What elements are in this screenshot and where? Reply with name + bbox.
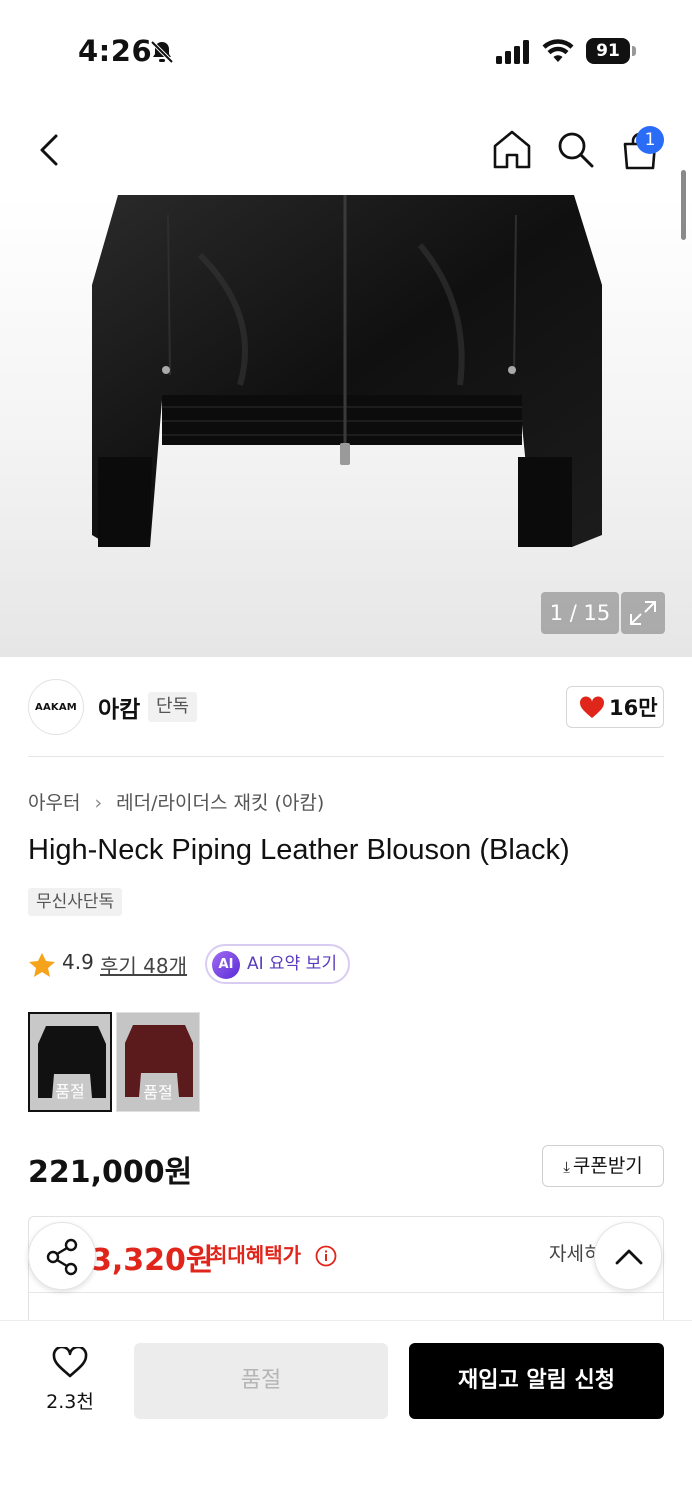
top-nav: 1 bbox=[0, 110, 692, 194]
battery-level: 91 bbox=[586, 38, 630, 64]
scroll-top-button[interactable] bbox=[594, 1222, 662, 1290]
product-image[interactable]: 1 / 15 bbox=[0, 195, 692, 657]
product-title: High-Neck Piping Leather Blouson (Black) bbox=[28, 834, 570, 866]
swatch-soldout-label: 품절 bbox=[55, 1082, 85, 1101]
chevron-right-icon: › bbox=[94, 792, 103, 814]
brand-like-button[interactable]: 16만 bbox=[566, 686, 664, 728]
divider bbox=[29, 1292, 663, 1293]
coupon-download-button[interactable]: ⤓ 쿠폰받기 bbox=[542, 1145, 664, 1187]
leather-jacket-image bbox=[92, 195, 602, 547]
back-chevron-icon[interactable] bbox=[34, 130, 64, 170]
chevron-up-icon bbox=[615, 1249, 643, 1265]
divider bbox=[28, 756, 664, 757]
battery-indicator: 91 bbox=[586, 38, 636, 64]
rating-value: 4.9 bbox=[62, 950, 94, 974]
color-option-burgundy[interactable]: 품절 bbox=[116, 1012, 200, 1112]
home-icon[interactable] bbox=[492, 128, 532, 170]
breadcrumb-category[interactable]: 아우터 bbox=[28, 792, 80, 814]
swatch-soldout-label: 품절 bbox=[143, 1083, 173, 1102]
gallery-page-indicator: 1 / 15 bbox=[541, 592, 619, 634]
ai-summary-label: AI 요약 보기 bbox=[247, 954, 338, 974]
status-time: 4:26 bbox=[78, 34, 153, 68]
coupon-label: 쿠폰받기 bbox=[572, 1155, 643, 1177]
status-bar: 4:26 91 bbox=[0, 0, 692, 100]
brand-name[interactable]: 아캄 bbox=[98, 690, 140, 724]
cart-badge: 1 bbox=[636, 126, 664, 154]
restock-alert-button[interactable]: 재입고 알림 신청 bbox=[409, 1343, 664, 1419]
wish-count: 2.3천 bbox=[46, 1391, 94, 1413]
breadcrumb-subcategory[interactable]: 레더/라이더스 재킷 (아캄) bbox=[116, 792, 324, 814]
brand-exclusive-tag: 단독 bbox=[148, 692, 198, 722]
share-icon bbox=[46, 1238, 78, 1276]
share-button[interactable] bbox=[28, 1222, 96, 1290]
exclusive-badge: 무신사단독 bbox=[28, 888, 123, 916]
download-icon: ⤓ bbox=[563, 1158, 570, 1176]
ai-icon: AI bbox=[212, 951, 240, 979]
bottom-action-bar: 2.3천 품절 재입고 알림 신청 bbox=[0, 1320, 692, 1500]
review-link[interactable]: 후기 48개 bbox=[100, 950, 187, 979]
brand-like-count: 16만 bbox=[609, 696, 658, 720]
info-icon[interactable] bbox=[315, 1245, 337, 1267]
color-option-black[interactable]: 품절 bbox=[28, 1012, 112, 1112]
soldout-button: 품절 bbox=[134, 1343, 388, 1419]
brand-logo[interactable]: AAKAM bbox=[28, 679, 84, 735]
star-icon bbox=[29, 953, 55, 977]
product-price: 221,000원 bbox=[28, 1155, 193, 1190]
cart-count: 1 bbox=[644, 130, 656, 150]
expand-icon bbox=[630, 601, 656, 625]
scrollbar[interactable] bbox=[681, 170, 686, 240]
signal-icon bbox=[496, 40, 529, 64]
heart-outline-icon[interactable] bbox=[52, 1347, 88, 1379]
breadcrumb: 아우터 › 레더/라이더스 재킷 (아캄) bbox=[28, 788, 324, 815]
max-benefit-label: 최대혜택가 bbox=[209, 1243, 301, 1267]
heart-filled-icon bbox=[579, 696, 605, 718]
search-icon[interactable] bbox=[556, 130, 596, 170]
expand-image-button[interactable] bbox=[621, 592, 665, 634]
ai-summary-button[interactable]: AI AI 요약 보기 bbox=[205, 944, 350, 984]
max-benefit-price: 3,320원 bbox=[91, 1243, 214, 1278]
wifi-icon bbox=[542, 39, 574, 62]
battery-tip bbox=[632, 46, 636, 56]
bell-muted-icon bbox=[150, 40, 174, 64]
